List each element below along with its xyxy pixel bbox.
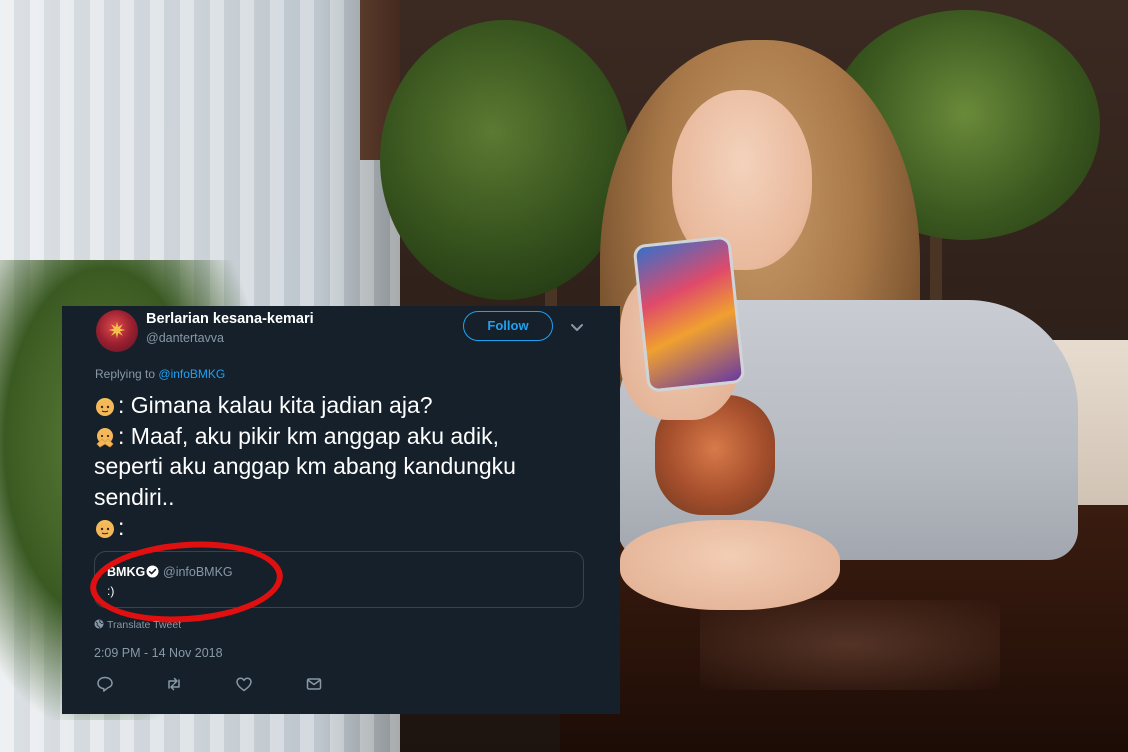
translate-tweet-link[interactable]: Translate Tweet [94, 619, 181, 631]
girl-hand-resting [620, 520, 840, 610]
table-reflection [700, 600, 1000, 690]
topiary-tree [380, 20, 630, 300]
replying-to: Replying to @infoBMKG [95, 367, 225, 381]
like-icon[interactable] [235, 675, 253, 693]
tweet-line: : [94, 512, 594, 543]
avatar[interactable]: ✷ [96, 310, 138, 352]
tweet-line-text: : Gimana kalau kita jadian aja? [118, 392, 433, 418]
tweet-line-text: : [118, 514, 125, 540]
avatar-glyph: ✷ [107, 318, 127, 343]
dm-icon[interactable] [305, 675, 323, 693]
tweet-line: : Maaf, aku pikir km anggap aku adik, [94, 421, 594, 452]
retweet-icon[interactable] [165, 675, 183, 693]
action-bar [96, 675, 356, 695]
smartphone [632, 235, 746, 393]
tweet-line: sendiri.. [94, 483, 175, 510]
man-emoji-icon [94, 515, 116, 539]
tweet-text: : Gimana kalau kita jadian aja? : Maaf, … [94, 390, 594, 543]
tweet-line-text: : Maaf, aku pikir km anggap aku adik, [118, 422, 499, 449]
chevron-down-icon[interactable] [567, 317, 587, 337]
reply-icon[interactable] [96, 675, 114, 693]
mention-link[interactable]: @infoBMKG [158, 367, 225, 381]
tweet-line: : Gimana kalau kita jadian aja? [94, 390, 594, 421]
follow-button[interactable]: Follow [463, 311, 553, 341]
user-handle[interactable]: @dantertavva [146, 331, 224, 345]
woman-gesture-emoji-icon [94, 424, 116, 448]
replying-prefix: Replying to [95, 367, 156, 381]
translate-label: Translate Tweet [107, 619, 182, 631]
man-emoji-icon [94, 393, 116, 417]
red-highlight-circle [87, 535, 286, 629]
display-name[interactable]: Berlarian kesana-kemari [146, 311, 314, 327]
tweet-card: ✷ Berlarian kesana-kemari @dantertavva F… [62, 306, 620, 714]
tweet-line: seperti aku anggap km abang kandungku [94, 453, 516, 479]
tweet-timestamp[interactable]: 2:09 PM - 14 Nov 2018 [94, 646, 223, 660]
globe-icon [94, 619, 104, 629]
